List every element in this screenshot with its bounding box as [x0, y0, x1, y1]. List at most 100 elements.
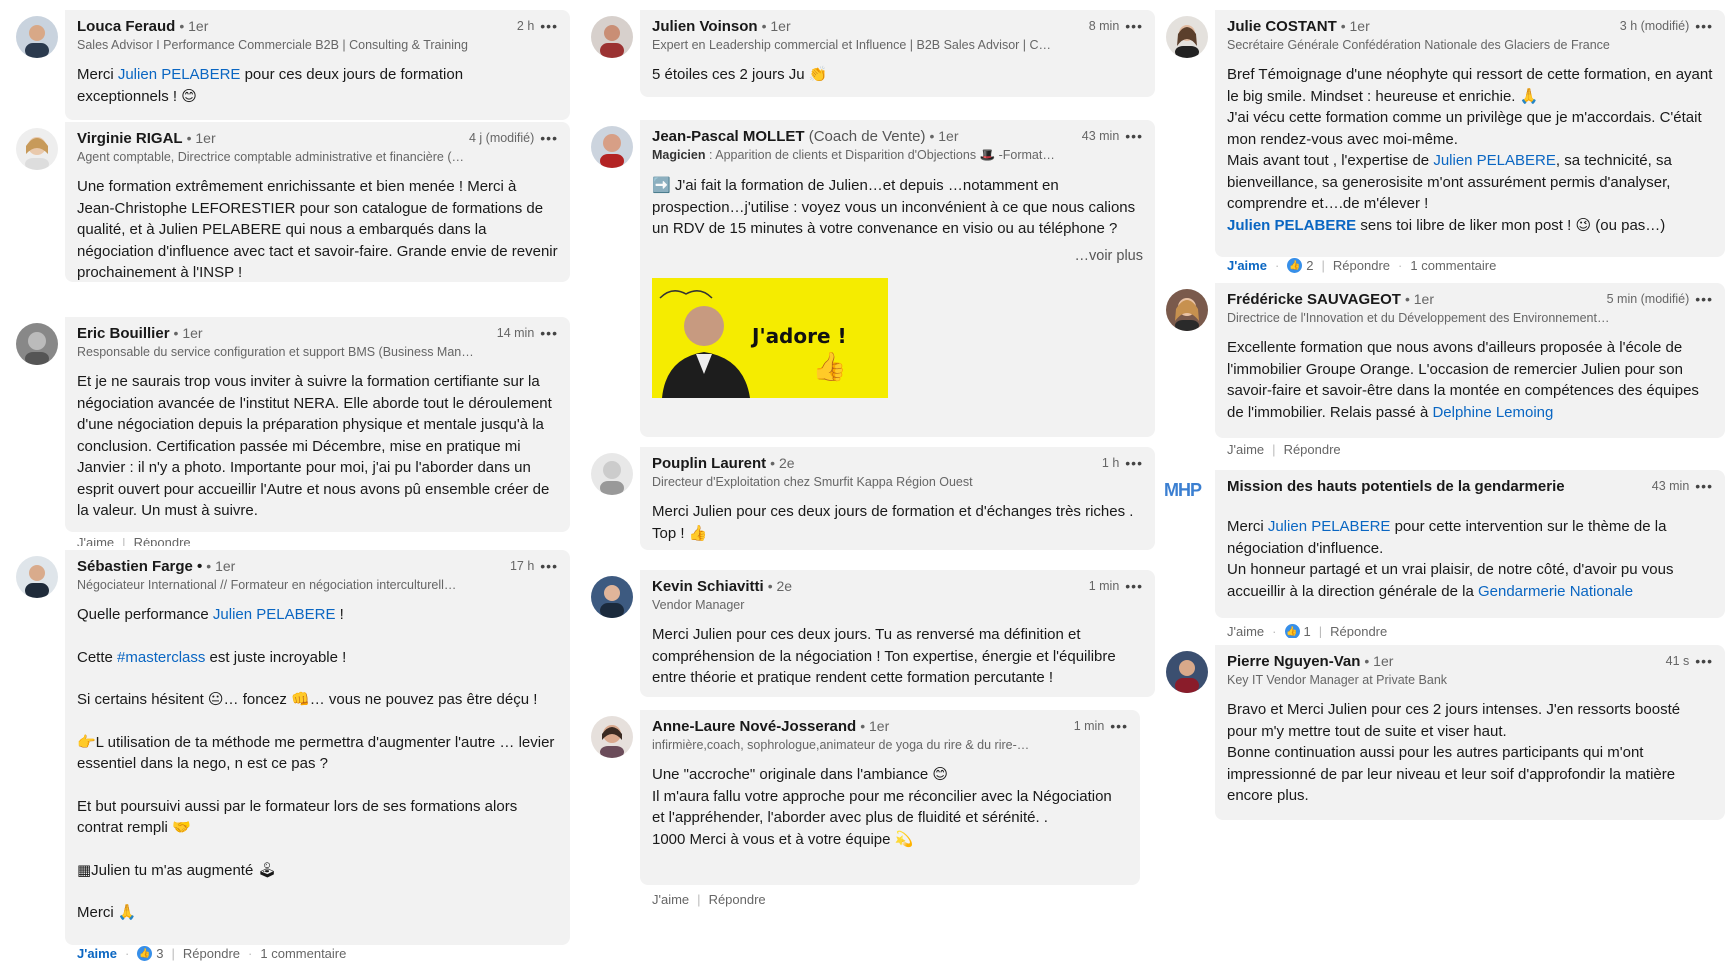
like-button[interactable]: J'aime [1227, 624, 1264, 638]
author-name[interactable]: Julien Voinson [652, 18, 758, 35]
reply-button[interactable]: Répondre [1330, 624, 1387, 638]
comment-text: ➡️ J'ai fait la formation de Julien…et d… [652, 177, 1136, 237]
author-headline: Responsable du service configuration et … [77, 345, 474, 359]
like-button[interactable]: J'aime [1227, 258, 1267, 273]
like-button[interactable]: J'aime [77, 538, 114, 546]
mention-link[interactable]: Gendarmerie Nationale [1478, 583, 1633, 600]
hashtag-link[interactable]: #masterclass [117, 649, 205, 666]
mention-link[interactable]: Julien PELABERE [1227, 217, 1356, 234]
mention-link[interactable]: Julien PELABERE [213, 606, 336, 623]
avatar[interactable] [16, 556, 58, 598]
comment-bubble: Julie COSTANT • 1er 3 h (modifié) ••• Secr… [1215, 10, 1725, 257]
reply-button[interactable]: Répondre [709, 892, 766, 907]
avatar[interactable] [591, 453, 633, 495]
comment-text: 5 étoiles ces 2 jours Ju 👏 [652, 66, 828, 83]
author-name[interactable]: Anne-Laure Nové-Josserand [652, 718, 856, 735]
avatar[interactable] [591, 126, 633, 168]
comment: Frédéricke SAUVAGEOT • 1er 5 min (modifié… [1160, 283, 1725, 438]
author-name[interactable]: Kevin Schiavitti [652, 578, 764, 595]
more-options-icon[interactable]: ••• [1125, 578, 1143, 594]
avatar[interactable] [591, 576, 633, 618]
comment-text: Merci Julien PELABERE pour ces deux jour… [77, 66, 464, 105]
reaction-count[interactable]: 👍 2 [1287, 258, 1314, 273]
author-name[interactable]: Eric Bouillier [77, 325, 170, 342]
like-button[interactable]: J'aime [1227, 442, 1264, 457]
timestamp: 5 min (modifié) [1606, 292, 1690, 306]
reply-button[interactable]: Répondre [1333, 258, 1390, 273]
mention-link[interactable]: Julien PELABERE [1433, 152, 1556, 169]
comment-text: Merci Julien pour ces deux jours de form… [652, 503, 1134, 542]
timestamp: 4 j (modifié) [468, 131, 535, 145]
comment-actions-partial: J'aime | Répondre [77, 538, 191, 546]
like-button[interactable]: J'aime [652, 892, 689, 907]
author-name[interactable]: Louca Feraud [77, 18, 175, 35]
comment-bubble: Eric Bouillier • 1er 14 min ••• Responsabl… [65, 317, 570, 532]
more-options-icon[interactable]: ••• [540, 130, 558, 146]
author-name[interactable]: Pouplin Laurent [652, 455, 766, 472]
comment: Julie COSTANT • 1er 3 h (modifié) ••• Secr… [1160, 10, 1725, 257]
like-reaction-icon: 👍 [1284, 624, 1300, 638]
image-caption: J'adore ! [752, 323, 847, 348]
comment: Sébastien Farge • • 1er 17 h ••• Négociate… [10, 550, 570, 945]
comment-text: Quelle performance Julien PELABERE ! Cet… [77, 606, 555, 921]
more-options-icon[interactable]: ••• [540, 325, 558, 341]
comments-count-link[interactable]: 1 commentaire [1410, 258, 1496, 273]
mhp-logo[interactable]: MHP [1164, 480, 1202, 501]
more-options-icon[interactable]: ••• [540, 18, 558, 34]
avatar[interactable] [1166, 651, 1208, 693]
like-button[interactable]: J'aime [77, 946, 117, 961]
connection-degree: • 1er [929, 128, 959, 144]
more-options-icon[interactable]: ••• [1695, 478, 1713, 494]
comment-actions: J'aime · 👍 2 | Répondre · 1 commentaire [1227, 258, 1497, 273]
mention-link[interactable]: Julien PELABERE [1268, 518, 1391, 535]
comment: Eric Bouillier • 1er 14 min ••• Responsabl… [10, 317, 570, 532]
person-illustration [659, 289, 750, 398]
more-options-icon[interactable]: ••• [540, 558, 558, 574]
author-name[interactable]: Julie COSTANT [1227, 18, 1337, 35]
comment-bubble: Mission des hauts potentiels de la genda… [1215, 470, 1725, 618]
mention-link[interactable]: Julien PELABERE [118, 66, 241, 83]
author-name[interactable]: Pierre Nguyen-Van [1227, 653, 1360, 670]
author-name[interactable]: Jean-Pascal MOLLET (Coach de Vente) [652, 128, 925, 145]
author-name[interactable]: Virginie RIGAL [77, 130, 183, 147]
avatar[interactable] [1166, 289, 1208, 331]
author-pronoun-role: (Coach de Vente) [808, 128, 926, 145]
avatar[interactable] [16, 16, 58, 58]
more-options-icon[interactable]: ••• [1695, 18, 1713, 34]
avatar[interactable] [16, 323, 58, 365]
comment-image[interactable]: J'adore ! 👍 [652, 277, 888, 398]
comment-actions: J'aime · 👍 3 | Répondre · 1 commentaire [77, 946, 347, 961]
author-name[interactable]: Mission des hauts potentiels de la genda… [1227, 478, 1565, 495]
more-options-icon[interactable]: ••• [1125, 455, 1143, 471]
more-options-icon[interactable]: ••• [1125, 18, 1143, 34]
reply-button[interactable]: Répondre [134, 538, 191, 546]
avatar[interactable] [1166, 16, 1208, 58]
author-headline: Vendor Manager [652, 598, 745, 612]
reaction-count[interactable]: 👍 1 [1284, 624, 1311, 638]
author-name[interactable]: Sébastien Farge • [77, 558, 202, 575]
author-headline: Agent comptable, Directrice comptable ad… [77, 150, 464, 164]
comment-actions: J'aime · 👍 1 | Répondre [1227, 624, 1388, 638]
comment-bubble: Frédéricke SAUVAGEOT • 1er 5 min (modifié… [1215, 283, 1725, 438]
more-options-icon[interactable]: ••• [1695, 653, 1713, 669]
connection-degree: • 1er [860, 718, 890, 734]
reply-button[interactable]: Répondre [183, 946, 240, 961]
more-options-icon[interactable]: ••• [1110, 718, 1128, 734]
comment-actions: J'aime | Répondre [652, 892, 766, 907]
comment-text: Merci Julien pour ces deux jours. Tu as … [652, 626, 1116, 686]
more-options-icon[interactable]: ••• [1695, 291, 1713, 307]
comment-text: Une formation extrêmement enrichissante … [77, 178, 558, 281]
author-name[interactable]: Frédéricke SAUVAGEOT [1227, 291, 1401, 308]
reply-button[interactable]: Répondre [1284, 442, 1341, 457]
author-headline: Magicien : Apparition de clients et Disp… [652, 148, 1055, 162]
avatar[interactable] [591, 16, 633, 58]
mention-link[interactable]: Delphine Lemoing [1432, 404, 1553, 421]
more-options-icon[interactable]: ••• [1125, 128, 1143, 144]
avatar[interactable] [591, 716, 633, 758]
reaction-count[interactable]: 👍 3 [137, 946, 164, 961]
avatar[interactable] [16, 128, 58, 170]
see-more-link[interactable]: …voir plus [652, 248, 1144, 264]
comment-actions: J'aime | Répondre [1227, 442, 1341, 457]
comment: Virginie RIGAL • 1er 4 j (modifié) ••• Age… [10, 122, 570, 282]
comments-count-link[interactable]: 1 commentaire [260, 946, 346, 961]
